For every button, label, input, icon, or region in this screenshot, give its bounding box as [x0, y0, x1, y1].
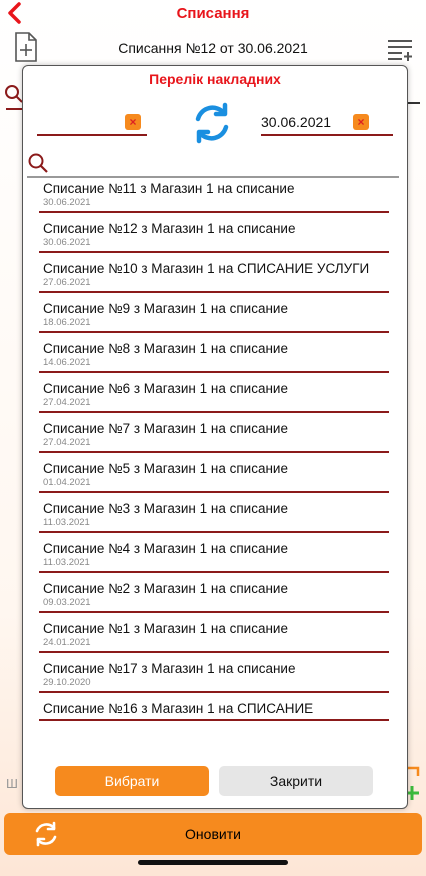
search-row — [27, 150, 399, 178]
select-button[interactable]: Вибрати — [55, 766, 209, 796]
list-item-title: Списание №10 з Магазин 1 на СПИСАНИЕ УСЛ… — [43, 261, 370, 276]
search-input[interactable] — [55, 152, 399, 174]
doc-add-icon[interactable] — [14, 32, 38, 62]
refresh-label: Оновити — [185, 826, 241, 842]
list-item[interactable]: Списание №11 з Магазин 1 на списание 30.… — [39, 178, 389, 213]
list-item-title: Списание №17 з Магазин 1 на списание — [43, 661, 296, 676]
list-item[interactable]: Списание №6 з Магазин 1 на списание 27.0… — [39, 378, 389, 413]
list-item-title: Списание №2 з Магазин 1 на списание — [43, 581, 288, 596]
list-item-title: Списание №9 з Магазин 1 на списание — [43, 301, 288, 316]
list-item-date: 24.01.2021 — [43, 637, 91, 648]
list-item-date: 14.06.2021 — [43, 357, 91, 368]
list-add-icon[interactable] — [386, 38, 414, 62]
list-item-date: 29.10.2020 — [43, 677, 91, 688]
search-icon — [28, 153, 48, 173]
list-item[interactable]: Списание №1 з Магазин 1 на списание 24.0… — [39, 618, 389, 653]
list-item-title: Списание №1 з Магазин 1 на списание — [43, 621, 288, 636]
sync-icon[interactable] — [191, 102, 233, 144]
list-item[interactable]: Списание №3 з Магазин 1 на списание 11.0… — [39, 498, 389, 533]
list-item[interactable]: Списание №17 з Магазин 1 на списание 29.… — [39, 658, 389, 693]
list-item-title: Списание №3 з Магазин 1 на списание — [43, 501, 288, 516]
background-divider-right — [406, 102, 420, 104]
list-item-title: Списание №12 з Магазин 1 на списание — [43, 221, 296, 236]
date-to-field[interactable]: 30.06.2021 × — [261, 110, 393, 136]
clear-date-from-icon[interactable]: × — [125, 114, 141, 130]
list-item-title: Списание №5 з Магазин 1 на списание — [43, 461, 288, 476]
list-item-date: 09.03.2021 — [43, 597, 91, 608]
refresh-bar[interactable]: Оновити — [4, 813, 422, 855]
dialog-title: Перелік накладних — [149, 71, 281, 87]
list-item-date: 01.04.2021 — [43, 477, 91, 488]
list-item-date: 30.06.2021 — [43, 237, 91, 248]
invoice-list[interactable]: Списание №11 з Магазин 1 на списание 30.… — [39, 178, 389, 750]
date-from-field[interactable]: × — [37, 110, 147, 136]
invoice-list-dialog: Перелік накладних × 30.06.2021 × Списани… — [22, 65, 408, 809]
list-item[interactable]: Списание №7 з Магазин 1 на списание 27.0… — [39, 418, 389, 453]
list-item-date: 11.03.2021 — [43, 517, 90, 528]
nav-bar: Списання — [0, 0, 426, 28]
list-item-date: 11.03.2021 — [43, 557, 90, 568]
list-item-date: 27.04.2021 — [43, 397, 91, 408]
list-item[interactable]: Списание №5 з Магазин 1 на списание 01.0… — [39, 458, 389, 493]
list-item[interactable]: Списание №2 з Магазин 1 на списание 09.0… — [39, 578, 389, 613]
clear-date-to-icon[interactable]: × — [353, 114, 369, 130]
list-item-title: Списание №11 з Магазин 1 на списание — [43, 181, 295, 196]
list-item-date: 18.06.2021 — [43, 317, 91, 328]
list-item-title: Списание №8 з Магазин 1 на списание — [43, 341, 288, 356]
document-title: Списання №12 от 30.06.2021 — [118, 40, 308, 56]
background-divider — [6, 108, 22, 110]
nav-title: Списання — [176, 5, 250, 22]
date-to-value: 30.06.2021 — [261, 114, 332, 130]
background-tab-letter: Ш — [6, 776, 18, 791]
list-item[interactable]: Списание №4 з Магазин 1 на списание 11.0… — [39, 538, 389, 573]
home-indicator — [138, 860, 288, 865]
list-item-date: 30.06.2021 — [43, 197, 91, 208]
list-item[interactable]: Списание №12 з Магазин 1 на списание 30.… — [39, 218, 389, 253]
list-item-title: Списание №6 з Магазин 1 на списание — [43, 381, 288, 396]
list-item[interactable]: Списание №16 з Магазин 1 на СПИСАНИЕ — [39, 698, 389, 721]
list-item[interactable]: Списание №8 з Магазин 1 на списание 14.0… — [39, 338, 389, 373]
list-item-title: Списание №4 з Магазин 1 на списание — [43, 541, 288, 556]
close-button[interactable]: Закрити — [219, 766, 373, 796]
background-search-icon — [5, 85, 23, 103]
list-item-date: 27.04.2021 — [43, 437, 91, 448]
list-item-title: Списание №16 з Магазин 1 на СПИСАНИЕ — [43, 701, 314, 716]
list-item[interactable]: Списание №9 з Магазин 1 на списание 18.0… — [39, 298, 389, 333]
list-item-date: 27.06.2021 — [43, 277, 91, 288]
list-item[interactable]: Списание №10 з Магазин 1 на СПИСАНИЕ УСЛ… — [39, 258, 389, 293]
list-item-title: Списание №7 з Магазин 1 на списание — [43, 421, 288, 436]
